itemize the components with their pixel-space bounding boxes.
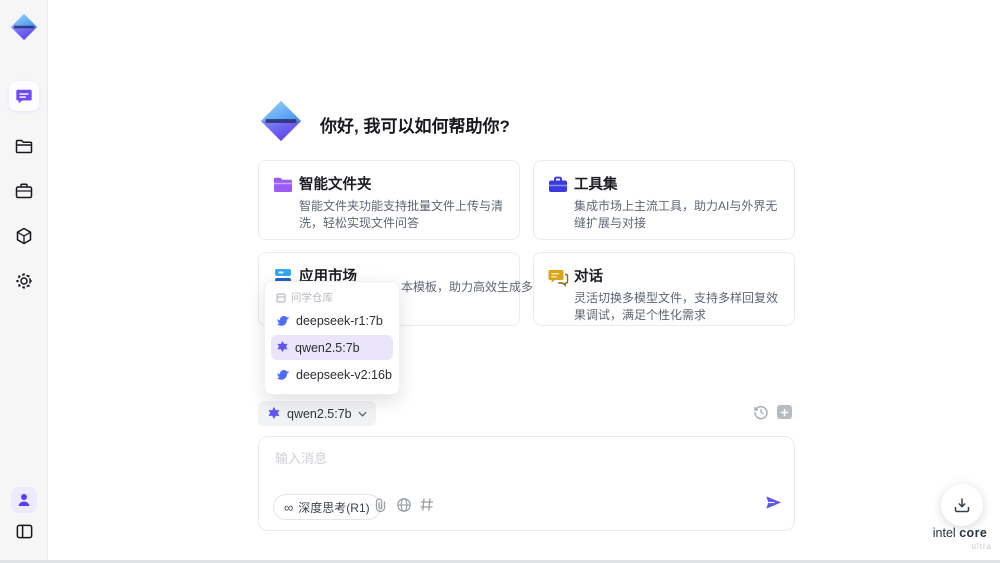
infinity-icon: ∞ bbox=[284, 499, 294, 515]
deep-think-label: 深度思考(R1) bbox=[298, 500, 370, 515]
card-title: 工具集 bbox=[574, 177, 618, 193]
plus-icon bbox=[780, 408, 789, 416]
smart-folder-icon bbox=[272, 174, 294, 196]
sidebar-item-toolbox[interactable] bbox=[9, 176, 39, 206]
user-icon bbox=[18, 494, 30, 506]
sidebar-item-chat[interactable] bbox=[9, 81, 39, 111]
deepseek-icon bbox=[276, 315, 290, 326]
prompt-library-button[interactable] bbox=[419, 497, 434, 512]
model-selector-label: qwen2.5:7b bbox=[287, 406, 352, 421]
attach-button[interactable] bbox=[373, 497, 388, 513]
model-option-qwen[interactable]: qwen2.5:7b bbox=[271, 335, 393, 360]
qwen-icon bbox=[277, 341, 288, 353]
intel-product: core bbox=[959, 526, 988, 540]
model-dropdown-header: 问学仓库 bbox=[276, 290, 333, 305]
intel-brand: intel bbox=[932, 526, 956, 540]
send-button[interactable] bbox=[764, 493, 783, 512]
card-smart-folder[interactable]: 智能文件夹 智能文件夹功能支持批量文件上传与清洗，轻松实现文件问答 bbox=[258, 160, 520, 240]
card-desc: 智能文件夹功能支持批量文件上传与清洗，轻松实现文件问答 bbox=[299, 199, 504, 230]
cube-icon bbox=[16, 227, 32, 245]
briefcase-icon bbox=[15, 183, 33, 199]
gear-icon bbox=[16, 273, 32, 289]
history-button[interactable] bbox=[753, 404, 769, 420]
toolset-icon bbox=[547, 174, 569, 196]
collapse-sidebar-button[interactable] bbox=[11, 518, 37, 544]
card-dialog[interactable]: 对话 灵活切换多模型文件，支持多样回复效果调试，满足个性化需求 bbox=[533, 252, 795, 326]
chat-icon bbox=[16, 89, 32, 104]
sidebar-item-models[interactable] bbox=[9, 221, 39, 251]
globe-icon bbox=[397, 498, 411, 512]
model-option-deepseek-r1[interactable]: deepseek-r1:7b bbox=[271, 308, 393, 333]
download-fab[interactable] bbox=[941, 484, 983, 526]
card-desc: 集成市场上主流工具，助力AI与外界无缝扩展与对接 bbox=[574, 199, 778, 230]
card-desc: 本模板，助力高效生成多 bbox=[401, 280, 534, 294]
web-search-button[interactable] bbox=[396, 497, 412, 513]
composer: ∞ 深度思考(R1) bbox=[258, 436, 795, 531]
greeting-logo-icon bbox=[258, 98, 304, 144]
paperclip-icon bbox=[375, 498, 386, 513]
intel-core-badge: intel core ultra bbox=[928, 527, 992, 553]
repository-icon bbox=[276, 292, 286, 303]
hash-icon bbox=[420, 498, 433, 511]
download-icon bbox=[954, 498, 970, 513]
deep-think-toggle[interactable]: ∞ 深度思考(R1) bbox=[273, 494, 381, 520]
message-input[interactable] bbox=[273, 446, 757, 490]
sidebar bbox=[0, 0, 48, 560]
sidebar-item-settings[interactable] bbox=[9, 266, 39, 296]
panel-icon bbox=[16, 524, 32, 538]
chevron-down-icon bbox=[358, 411, 367, 417]
model-selector[interactable]: qwen2.5:7b bbox=[258, 401, 376, 426]
app-logo-icon bbox=[9, 12, 39, 42]
model-option-deepseek-v2[interactable]: deepseek-v2:16b bbox=[271, 362, 393, 387]
qwen-icon bbox=[268, 406, 280, 419]
greeting-title: 你好, 我可以如何帮助你? bbox=[320, 117, 510, 136]
dialog-icon bbox=[547, 266, 569, 288]
card-title: 智能文件夹 bbox=[299, 177, 372, 193]
new-chat-button[interactable] bbox=[777, 405, 792, 419]
app-window: 你好, 我可以如何帮助你? 智能文件夹 智能文件夹功能支持批量文件上传与清洗，轻… bbox=[0, 0, 1000, 563]
card-title: 对话 bbox=[574, 269, 603, 285]
sidebar-item-account[interactable] bbox=[11, 487, 37, 513]
model-dropdown: 问学仓库 deepseek-r1:7b qwen2.5:7b deepseek-… bbox=[264, 281, 400, 395]
folder-icon bbox=[15, 139, 33, 154]
history-icon bbox=[754, 405, 768, 420]
deepseek-icon bbox=[276, 369, 290, 380]
sidebar-item-files[interactable] bbox=[9, 131, 39, 161]
card-toolset[interactable]: 工具集 集成市场上主流工具，助力AI与外界无缝扩展与对接 bbox=[533, 160, 795, 240]
send-icon bbox=[766, 496, 782, 509]
card-desc: 灵活切换多模型文件，支持多样回复效果调试，满足个性化需求 bbox=[574, 291, 779, 322]
intel-tier: ultra bbox=[971, 542, 992, 551]
